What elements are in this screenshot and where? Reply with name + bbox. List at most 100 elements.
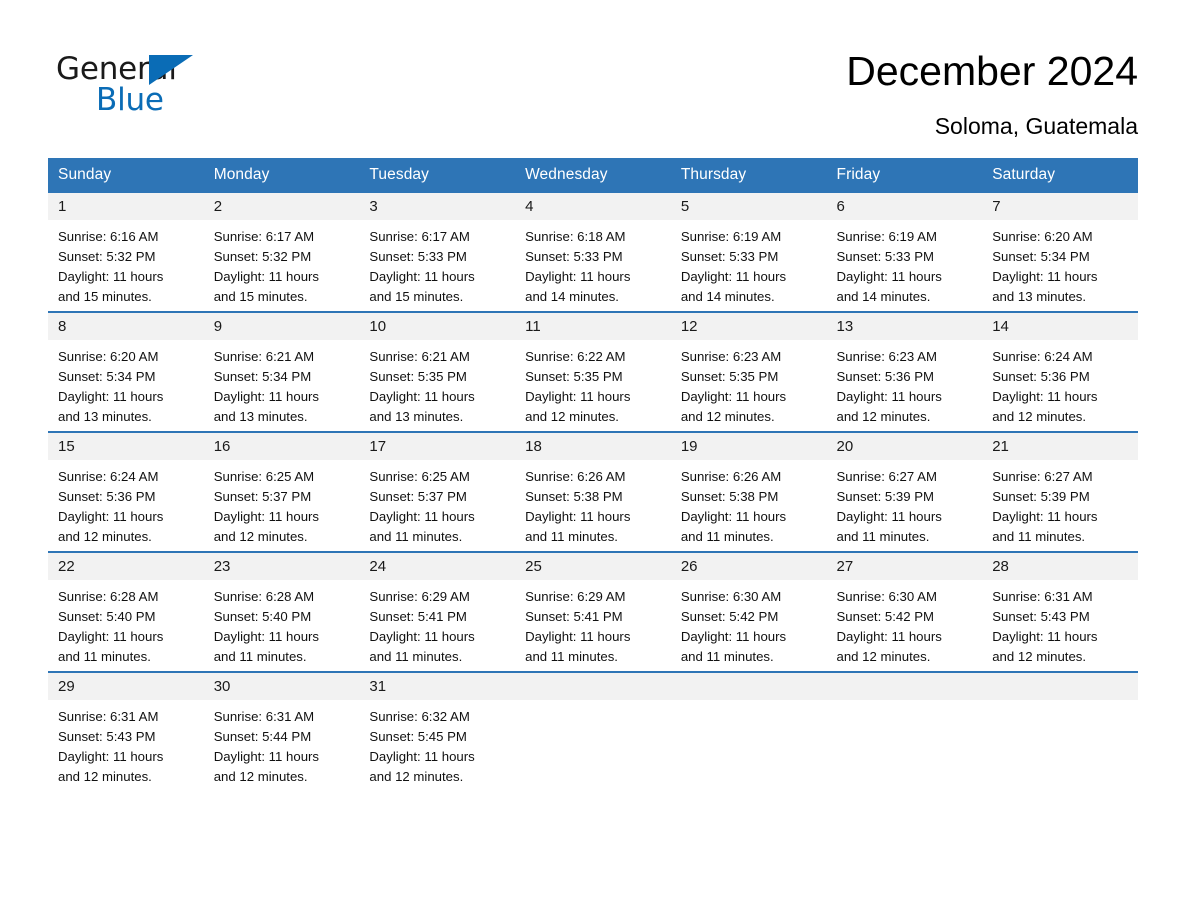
day-cell[interactable]: 13 Sunrise: 6:23 AM Sunset: 5:36 PM Dayl… (826, 311, 983, 432)
logo-text-blue: Blue (96, 82, 164, 118)
day-cell[interactable]: 3 Sunrise: 6:17 AM Sunset: 5:33 PM Dayli… (359, 193, 516, 312)
daylight-text-line2: and 11 minutes. (369, 649, 463, 664)
day-details: Sunrise: 6:19 AM Sunset: 5:33 PM Dayligh… (671, 220, 827, 307)
daylight-text-line2: and 12 minutes. (992, 409, 1087, 424)
day-number (670, 673, 827, 700)
day-cell[interactable]: 2 Sunrise: 6:17 AM Sunset: 5:32 PM Dayli… (203, 193, 360, 312)
daylight-text-line1: Daylight: 11 hours (836, 509, 942, 524)
sunset-text: Sunset: 5:40 PM (213, 609, 312, 624)
sunrise-text: Sunrise: 6:28 AM (58, 589, 159, 604)
day-number: 23 (203, 553, 360, 580)
day-details: Sunrise: 6:29 AM Sunset: 5:41 PM Dayligh… (359, 580, 515, 667)
sunset-text: Sunset: 5:38 PM (680, 489, 779, 504)
sunrise-text: Sunrise: 6:20 AM (58, 349, 159, 364)
day-details: Sunrise: 6:24 AM Sunset: 5:36 PM Dayligh… (48, 460, 204, 547)
day-cell[interactable]: 5 Sunrise: 6:19 AM Sunset: 5:33 PM Dayli… (670, 193, 827, 312)
daylight-text-line2: and 12 minutes. (213, 529, 308, 544)
daylight-text-line1: Daylight: 11 hours (369, 269, 475, 284)
day-cell[interactable]: 30 Sunrise: 6:31 AM Sunset: 5:44 PM Dayl… (203, 671, 360, 791)
day-number (515, 673, 671, 700)
sunset-text: Sunset: 5:34 PM (213, 369, 312, 384)
day-number: 4 (515, 193, 671, 220)
daylight-text-line2: and 11 minutes. (525, 649, 618, 664)
day-cell[interactable]: 1 Sunrise: 6:16 AM Sunset: 5:32 PM Dayli… (48, 193, 204, 312)
daylight-text-line2: and 15 minutes. (58, 289, 152, 304)
day-cell[interactable]: 14 Sunrise: 6:24 AM Sunset: 5:36 PM Dayl… (982, 311, 1138, 432)
daylight-text-line1: Daylight: 11 hours (58, 509, 164, 524)
day-number: 9 (203, 313, 360, 340)
daylight-text-line1: Daylight: 11 hours (213, 389, 320, 404)
day-cell[interactable]: 8 Sunrise: 6:20 AM Sunset: 5:34 PM Dayli… (48, 311, 204, 432)
daylight-text-line2: and 12 minutes. (992, 649, 1087, 664)
day-cell[interactable]: 9 Sunrise: 6:21 AM Sunset: 5:34 PM Dayli… (203, 311, 360, 432)
daylight-text-line2: and 11 minutes. (680, 649, 774, 664)
day-number: 20 (826, 433, 983, 460)
daylight-text-line1: Daylight: 11 hours (58, 629, 164, 644)
day-number: 5 (670, 193, 827, 220)
weekday-header-monday: Monday (203, 158, 360, 193)
daylight-text-line1: Daylight: 11 hours (992, 389, 1098, 404)
sunset-text: Sunset: 5:34 PM (58, 369, 156, 384)
sunrise-text: Sunrise: 6:25 AM (369, 469, 470, 484)
day-cell[interactable]: 22 Sunrise: 6:28 AM Sunset: 5:40 PM Dayl… (48, 551, 204, 672)
day-cell[interactable]: 12 Sunrise: 6:23 AM Sunset: 5:35 PM Dayl… (670, 311, 827, 432)
sunrise-text: Sunrise: 6:22 AM (525, 349, 626, 364)
daylight-text-line2: and 12 minutes. (58, 769, 152, 784)
sunset-text: Sunset: 5:37 PM (369, 489, 467, 504)
sunrise-text: Sunrise: 6:30 AM (836, 589, 937, 604)
page-title: December 2024 (846, 48, 1138, 94)
day-cell[interactable]: 25 Sunrise: 6:29 AM Sunset: 5:41 PM Dayl… (515, 551, 671, 672)
day-cell[interactable]: 20 Sunrise: 6:27 AM Sunset: 5:39 PM Dayl… (826, 431, 983, 552)
generalblue-logo[interactable]: General Blue (56, 44, 216, 120)
day-cell[interactable]: 26 Sunrise: 6:30 AM Sunset: 5:42 PM Dayl… (670, 551, 827, 672)
weekday-header-tuesday: Tuesday (359, 158, 516, 193)
sunrise-text: Sunrise: 6:31 AM (992, 589, 1093, 604)
daylight-text-line1: Daylight: 11 hours (213, 749, 320, 764)
day-cell[interactable]: 17 Sunrise: 6:25 AM Sunset: 5:37 PM Dayl… (359, 431, 516, 552)
sunrise-text: Sunrise: 6:32 AM (369, 709, 470, 724)
sunset-text: Sunset: 5:40 PM (58, 609, 156, 624)
sunset-text: Sunset: 5:33 PM (369, 249, 467, 264)
daylight-text-line2: and 12 minutes. (525, 409, 619, 424)
day-cell[interactable]: 23 Sunrise: 6:28 AM Sunset: 5:40 PM Dayl… (203, 551, 360, 672)
day-cell[interactable]: 4 Sunrise: 6:18 AM Sunset: 5:33 PM Dayli… (515, 193, 671, 312)
day-number: 21 (982, 433, 1138, 460)
sunset-text: Sunset: 5:32 PM (213, 249, 312, 264)
day-cell[interactable]: 28 Sunrise: 6:31 AM Sunset: 5:43 PM Dayl… (982, 551, 1138, 672)
daylight-text-line1: Daylight: 11 hours (213, 269, 320, 284)
day-number: 31 (359, 673, 516, 700)
sunrise-text: Sunrise: 6:29 AM (369, 589, 470, 604)
sunrise-text: Sunrise: 6:28 AM (213, 589, 315, 604)
daylight-text-line1: Daylight: 11 hours (369, 389, 475, 404)
day-cell[interactable]: 15 Sunrise: 6:24 AM Sunset: 5:36 PM Dayl… (48, 431, 204, 552)
day-cell[interactable]: 21 Sunrise: 6:27 AM Sunset: 5:39 PM Dayl… (982, 431, 1138, 552)
day-details (827, 700, 983, 707)
calendar-week-row: 29 Sunrise: 6:31 AM Sunset: 5:43 PM Dayl… (48, 671, 1138, 791)
sunset-text: Sunset: 5:36 PM (58, 489, 156, 504)
day-cell[interactable]: 10 Sunrise: 6:21 AM Sunset: 5:35 PM Dayl… (359, 311, 516, 432)
day-cell[interactable]: 31 Sunrise: 6:32 AM Sunset: 5:45 PM Dayl… (359, 671, 516, 791)
day-number: 1 (48, 193, 204, 220)
day-cell[interactable]: 27 Sunrise: 6:30 AM Sunset: 5:42 PM Dayl… (826, 551, 983, 672)
day-details (982, 700, 1138, 707)
daylight-text-line2: and 14 minutes. (680, 289, 775, 304)
day-cell[interactable]: 11 Sunrise: 6:22 AM Sunset: 5:35 PM Dayl… (515, 311, 671, 432)
daylight-text-line2: and 11 minutes. (369, 529, 463, 544)
day-details: Sunrise: 6:23 AM Sunset: 5:36 PM Dayligh… (827, 340, 983, 427)
day-details: Sunrise: 6:25 AM Sunset: 5:37 PM Dayligh… (359, 460, 515, 547)
page-header: General Blue December 2024 Soloma, Guate… (0, 0, 1188, 141)
sunset-text: Sunset: 5:45 PM (369, 729, 467, 744)
day-cell[interactable]: 7 Sunrise: 6:20 AM Sunset: 5:34 PM Dayli… (982, 193, 1138, 312)
day-cell[interactable]: 19 Sunrise: 6:26 AM Sunset: 5:38 PM Dayl… (670, 431, 827, 552)
day-cell[interactable]: 29 Sunrise: 6:31 AM Sunset: 5:43 PM Dayl… (48, 671, 204, 791)
day-number: 15 (48, 433, 204, 460)
day-cell[interactable]: 18 Sunrise: 6:26 AM Sunset: 5:38 PM Dayl… (515, 431, 671, 552)
day-number: 25 (515, 553, 671, 580)
day-number: 10 (359, 313, 516, 340)
day-cell[interactable]: 16 Sunrise: 6:25 AM Sunset: 5:37 PM Dayl… (203, 431, 360, 552)
day-cell[interactable]: 6 Sunrise: 6:19 AM Sunset: 5:33 PM Dayli… (826, 193, 983, 312)
daylight-text-line1: Daylight: 11 hours (836, 389, 942, 404)
day-details: Sunrise: 6:20 AM Sunset: 5:34 PM Dayligh… (48, 340, 204, 427)
day-cell[interactable]: 24 Sunrise: 6:29 AM Sunset: 5:41 PM Dayl… (359, 551, 516, 672)
sunset-text: Sunset: 5:36 PM (992, 369, 1090, 384)
